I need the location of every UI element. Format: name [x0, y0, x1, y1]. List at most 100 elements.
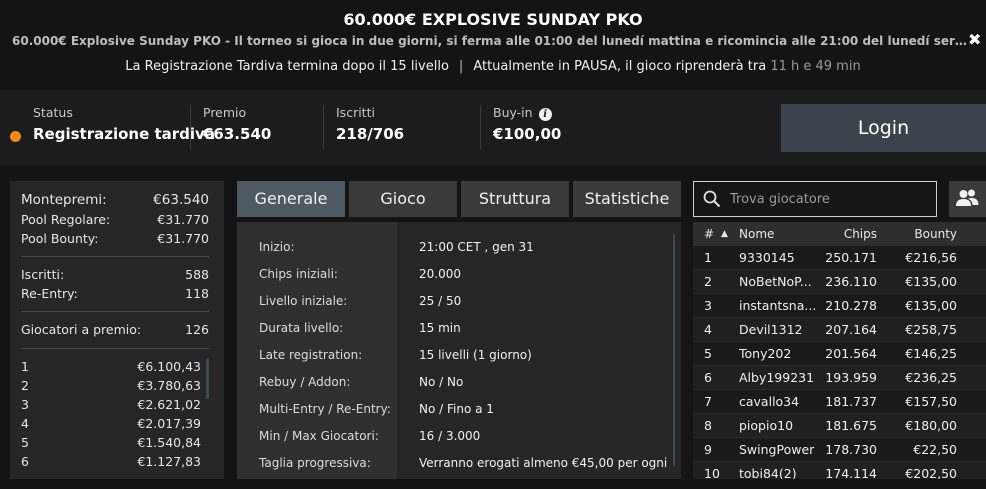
payout-amount: €1.540,84	[137, 435, 201, 450]
table-row[interactable]: 3 instantsna... 210.278 €135,00	[693, 294, 986, 318]
bounty-pool-label: Pool Bounty:	[21, 231, 99, 246]
info-value: Verranno erogati almeno €45,00 per ogni	[419, 456, 668, 470]
payout-scrollbar[interactable]	[206, 359, 209, 399]
payout-amount: €1.127,83	[137, 454, 201, 469]
column-chips[interactable]: Chips	[844, 227, 877, 241]
player-bounty: €216,56	[905, 250, 957, 265]
table-row[interactable]: 2 NoBetNoP... 236.110 €135,00	[693, 270, 986, 294]
player-name: NoBetNoP...	[739, 274, 812, 289]
player-rank: 9	[704, 442, 712, 457]
info-label: Inizio:	[259, 240, 295, 254]
info-label: Livello iniziale:	[259, 294, 348, 308]
player-rank: 8	[704, 418, 712, 433]
prize-pool-label: Montepremi:	[21, 192, 107, 208]
info-label: Taglia progressiva:	[259, 456, 371, 470]
payout-amount: €6.100,43	[137, 359, 201, 374]
player-rank: 2	[704, 274, 712, 289]
general-info-panel: Inizio: 21:00 CET , gen 31 Chips inizial…	[237, 222, 681, 479]
table-row[interactable]: 10 tobi84(2) 174.114 €202,50	[693, 462, 986, 479]
table-row[interactable]: 8 piopio10 181.675 €180,00	[693, 414, 986, 438]
player-bounty: €236,25	[905, 370, 957, 385]
player-bounty: €22,50	[913, 442, 957, 457]
table-row[interactable]: 5 Tony202 201.564 €146,25	[693, 342, 986, 366]
buyin-label: Buy-in	[493, 105, 533, 120]
separator: |	[458, 59, 464, 74]
player-name: Tony202	[739, 346, 792, 361]
player-rank: 10	[704, 466, 720, 479]
player-bounty: €180,00	[905, 418, 957, 433]
login-button[interactable]: Login	[781, 104, 986, 152]
column-bounty[interactable]: Bounty	[914, 227, 957, 241]
bounty-pool-value: €31.770	[157, 231, 209, 246]
table-row[interactable]: 9 SwingPower 178.730 €22,50	[693, 438, 986, 462]
column-name[interactable]: Nome	[739, 227, 774, 241]
player-chips: 178.730	[825, 442, 877, 457]
player-name: instantsna...	[739, 298, 817, 313]
users-button[interactable]	[949, 181, 986, 217]
payout-row: 1 €6.100,43	[21, 357, 201, 376]
reentry-row: Re-Entry: 118	[21, 284, 209, 303]
close-icon[interactable]: ✖	[968, 30, 981, 49]
buyin-value: €100,00	[493, 125, 562, 143]
entries-label: Iscritti:	[21, 267, 65, 282]
player-chips: 181.737	[825, 394, 877, 409]
player-rank: 5	[704, 346, 712, 361]
player-name: cavallo34	[739, 394, 800, 409]
status-dot-icon	[10, 131, 21, 142]
divider	[21, 256, 209, 257]
paid-players-value: 126	[185, 322, 209, 337]
player-search-input[interactable]	[730, 188, 930, 210]
payout-row: 3 €2.621,02	[21, 395, 201, 414]
payout-amount: €2.621,02	[137, 397, 201, 412]
table-row[interactable]: 6 Alby199231 193.959 €236,25	[693, 366, 986, 390]
player-chips: 174.114	[825, 466, 877, 479]
info-value: 25 / 50	[419, 294, 462, 308]
tab-struttura[interactable]: Struttura	[461, 181, 569, 217]
entries-row: Iscritti: 588	[21, 265, 209, 284]
payout-row: 6 €1.127,83	[21, 452, 201, 471]
player-bounty: €258,75	[905, 322, 957, 337]
column-rank[interactable]: #	[704, 227, 714, 241]
tab-gioco[interactable]: Gioco	[349, 181, 457, 217]
player-bounty: €135,00	[905, 274, 957, 289]
regular-pool-label: Pool Regolare:	[21, 212, 111, 227]
divider	[21, 348, 209, 349]
player-chips: 207.164	[825, 322, 877, 337]
payout-amount: €2.017,39	[137, 416, 201, 431]
late-registration-text: La Registrazione Tardiva termina dopo il…	[125, 59, 449, 74]
bounty-pool-row: Pool Bounty: €31.770	[21, 229, 209, 248]
info-value: 15 livelli (1 giorno)	[419, 348, 532, 362]
info-icon[interactable]: i	[538, 108, 552, 121]
info-value: 21:00 CET , gen 31	[419, 240, 534, 254]
player-name: Alby199231	[739, 370, 815, 385]
buyin-label-row: Buy-in i	[493, 105, 561, 121]
entries-value: 588	[185, 267, 209, 282]
tab-generale[interactable]: Generale	[237, 181, 345, 217]
info-label: Durata livello:	[259, 321, 344, 335]
reentry-value: 118	[185, 286, 209, 301]
payout-list[interactable]: 1 €6.100,43 2 €3.780,63 3 €2.621,02 4 €2.017…	[21, 357, 209, 471]
prize-pool-value: €63.540	[153, 192, 209, 208]
player-search-box	[693, 181, 937, 217]
tab-statistiche[interactable]: Statistiche	[573, 181, 681, 217]
info-value: 15 min	[419, 321, 461, 335]
player-bounty: €157,50	[905, 394, 957, 409]
prize-summary-panel: Montepremi: €63.540 Pool Regolare: €31.770…	[10, 181, 224, 479]
table-row[interactable]: 1 9330145 250.171 €216,56	[693, 246, 986, 270]
player-name: Devil1312	[739, 322, 803, 337]
info-scrollbar[interactable]	[673, 234, 675, 466]
payout-row: 4 €2.017,39	[21, 414, 201, 433]
registered-block: Iscritti 218/706	[323, 105, 404, 149]
player-chips: 210.278	[825, 298, 877, 313]
sort-asc-icon[interactable]: ▲	[721, 229, 728, 239]
player-chips: 193.959	[825, 370, 877, 385]
paid-players-row: Giocatori a premio: 126	[21, 320, 209, 339]
table-row[interactable]: 7 cavallo34 181.737 €157,50	[693, 390, 986, 414]
info-label: Min / Max Giocatori:	[259, 429, 379, 443]
payout-position: 2	[21, 378, 29, 393]
regular-pool-value: €31.770	[157, 212, 209, 227]
pause-text: Attualmente in PAUSA, il gioco riprender…	[473, 59, 767, 74]
player-name: SwingPower	[739, 442, 815, 457]
registered-value: 218/706	[336, 125, 405, 143]
table-row[interactable]: 4 Devil1312 207.164 €258,75	[693, 318, 986, 342]
